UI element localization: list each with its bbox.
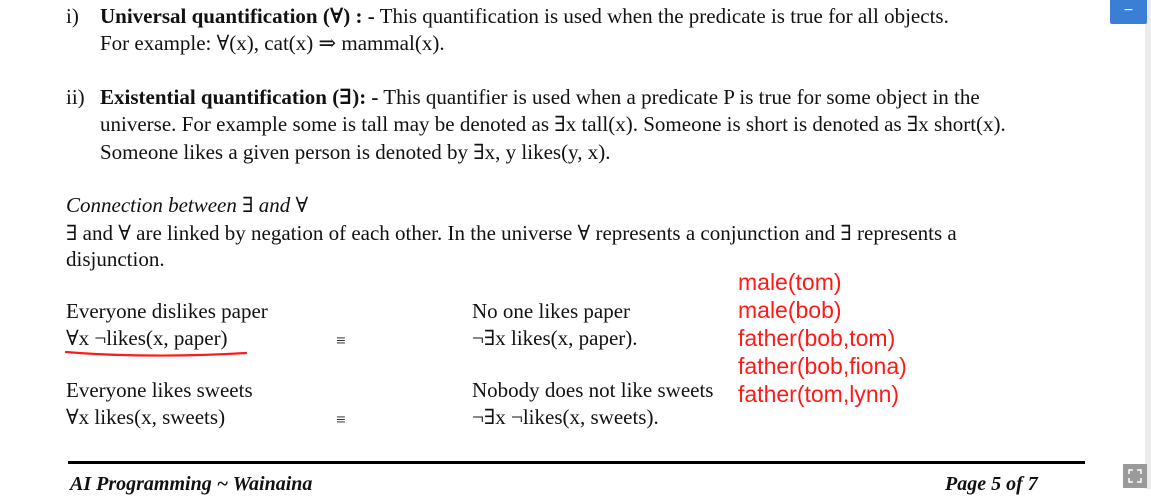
footer-left: AI Programming ~ Wainaina bbox=[70, 473, 313, 495]
annotation-1: male(tom) bbox=[738, 269, 842, 295]
annotation-3: father(bob,tom) bbox=[738, 325, 896, 351]
item-i-number: i) bbox=[66, 4, 79, 28]
item-i-line1: Universal quantification (∀) : - This qu… bbox=[100, 3, 949, 30]
connection-heading: Connection between ∃ and ∀ bbox=[66, 193, 309, 217]
annotation-5: father(tom,lynn) bbox=[738, 381, 900, 407]
example2-left-text: Everyone likes sweets bbox=[66, 378, 253, 402]
example1-left-text: Everyone dislikes paper bbox=[66, 299, 268, 323]
scrollbar[interactable] bbox=[1145, 0, 1151, 489]
connection-line1: ∃ and ∀ are linked by negation of each o… bbox=[66, 221, 957, 245]
item-i-example: For example: ∀(x), cat(x) ⇒ mammal(x). bbox=[100, 31, 445, 55]
red-underline-annotation bbox=[64, 350, 248, 357]
item-i-bold: Universal quantification (∀) : - bbox=[100, 4, 375, 28]
example1-right-formula: ¬∃x likes(x, paper). bbox=[472, 326, 638, 350]
annotation-4: father(bob,fiona) bbox=[738, 353, 907, 379]
example2-left-formula: ∀x likes(x, sweets) bbox=[66, 405, 226, 429]
item-ii-number: ii) bbox=[66, 85, 85, 109]
footer-rule bbox=[68, 461, 1085, 464]
example2-right-text: Nobody does not like sweets bbox=[472, 378, 714, 402]
expand-icon[interactable] bbox=[1123, 464, 1147, 488]
footer-right: Page 5 of 7 bbox=[945, 473, 1038, 495]
example1-equiv: ≡ bbox=[336, 331, 346, 350]
example2-equiv: ≡ bbox=[336, 410, 346, 429]
item-i-text: This quantification is used when the pre… bbox=[374, 4, 949, 28]
item-ii-bold: Existential quantification (∃): - bbox=[100, 85, 379, 109]
annotation-2: male(bob) bbox=[738, 297, 842, 323]
example2-right-formula: ¬∃x ¬likes(x, sweets). bbox=[472, 405, 659, 429]
example1-right-text: No one likes paper bbox=[472, 299, 631, 323]
minimize-button[interactable]: − bbox=[1110, 0, 1147, 24]
item-ii-line3: Someone likes a given person is denoted … bbox=[100, 140, 611, 164]
item-ii-text: This quantifier is used when a predicate… bbox=[378, 85, 980, 109]
connection-line2: disjunction. bbox=[66, 247, 165, 271]
item-ii-line2: universe. For example some is tall may b… bbox=[100, 112, 1006, 136]
item-ii-line1: Existential quantification (∃): - This q… bbox=[100, 84, 980, 111]
